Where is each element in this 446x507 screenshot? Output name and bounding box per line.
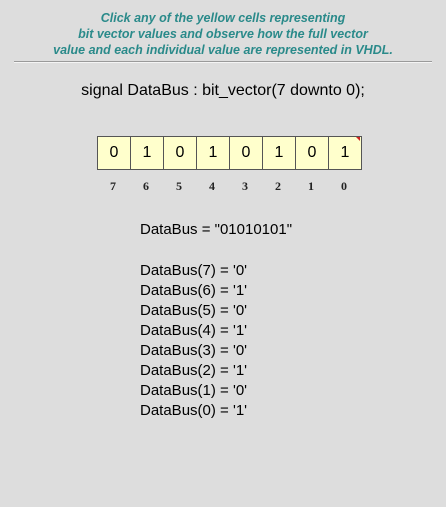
bit-index-6: 6	[143, 179, 149, 193]
corner-marker-icon	[356, 137, 360, 141]
bit-index-0: 0	[341, 179, 347, 193]
bit-value-6: DataBus(6) = '1'	[140, 282, 248, 299]
instructions-text: Click any of the yellow cells representi…	[0, 10, 446, 58]
bit-cell-1[interactable]: 0	[295, 136, 329, 170]
bit-value-4: DataBus(4) = '1'	[140, 322, 248, 339]
bit-index-4: 4	[209, 179, 215, 193]
bit-cell-0[interactable]: 1	[328, 136, 362, 170]
bit-value-3: DataBus(3) = '0'	[140, 342, 248, 359]
bit-index-1: 1	[308, 179, 314, 193]
signal-declaration: signal DataBus : bit_vector(7 downto 0);	[81, 82, 365, 99]
instruction-line-1: Click any of the yellow cells representi…	[100, 11, 346, 25]
instruction-line-2: bit vector values and observe how the fu…	[78, 27, 368, 41]
bit-cell-2[interactable]: 1	[262, 136, 296, 170]
bit-value-5: DataBus(5) = '0'	[140, 302, 248, 319]
bit-value-0: DataBus(0) = '1'	[140, 402, 248, 419]
bit-index-7: 7	[110, 179, 116, 193]
bit-value-2: DataBus(2) = '1'	[140, 362, 248, 379]
bit-index-5: 5	[176, 179, 182, 193]
bit-cell-6[interactable]: 1	[130, 136, 164, 170]
individual-bit-values: DataBus(7) = '0' DataBus(6) = '1' DataBu…	[140, 261, 247, 421]
bit-cell-3[interactable]: 0	[229, 136, 263, 170]
bit-indices: 7 6 5 4 3 2 1 0	[97, 179, 360, 194]
bit-cell-4[interactable]: 1	[196, 136, 230, 170]
bit-cell-5[interactable]: 0	[163, 136, 197, 170]
bit-value-1: DataBus(1) = '0'	[140, 382, 248, 399]
divider	[14, 61, 432, 63]
bit-vector-cells: 0 1 0 1 0 1 0 1	[97, 136, 362, 170]
instruction-line-3: value and each individual value are repr…	[53, 43, 393, 57]
full-vector-value: DataBus = "01010101"	[140, 221, 293, 238]
bit-index-2: 2	[275, 179, 281, 193]
bit-value-7: DataBus(7) = '0'	[140, 262, 248, 279]
bit-index-3: 3	[242, 179, 248, 193]
bit-cell-7[interactable]: 0	[97, 136, 131, 170]
